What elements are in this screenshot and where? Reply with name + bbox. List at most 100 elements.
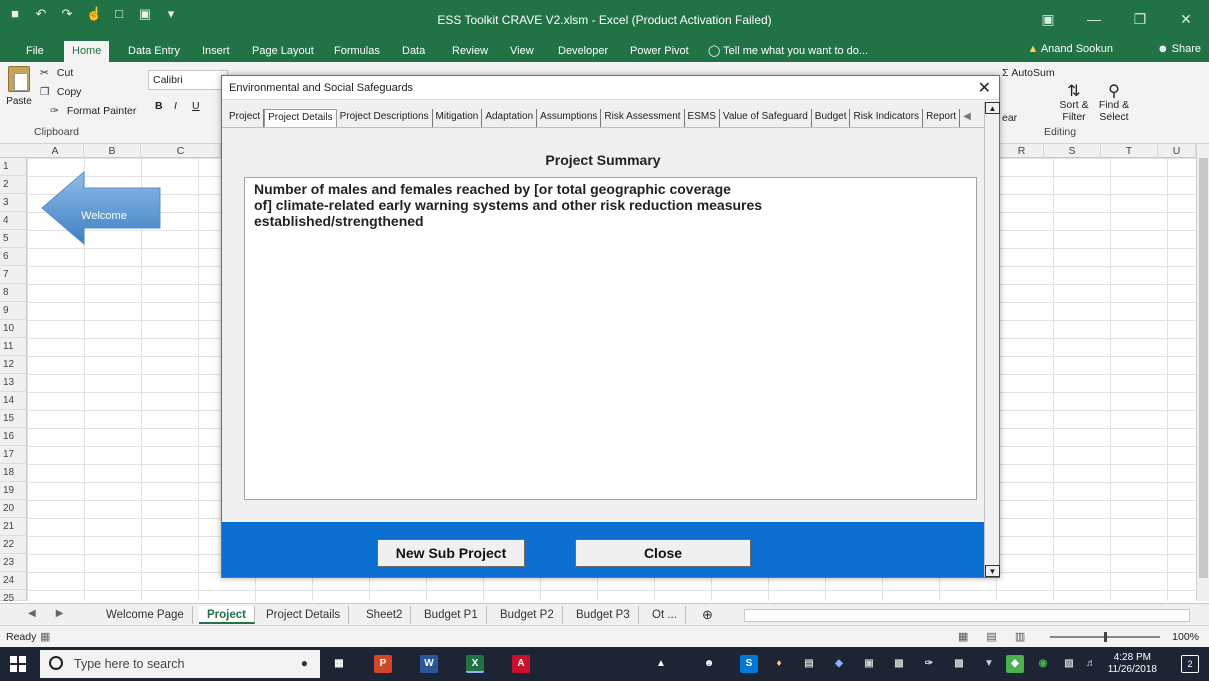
sort-filter-button[interactable]: ⇅ Sort & Filter [1052, 84, 1096, 124]
column-header-r[interactable]: R [1000, 144, 1044, 158]
row-header[interactable]: 24 [0, 572, 27, 590]
sheet-tab-sheet2[interactable]: Sheet2 [358, 606, 412, 624]
row-header[interactable]: 18 [0, 464, 27, 482]
row-header[interactable]: 21 [0, 518, 27, 536]
column-header-u[interactable]: U [1158, 144, 1196, 158]
tab-data[interactable]: Data [394, 41, 433, 62]
tray-app-icon[interactable]: ▤ [800, 655, 818, 673]
tab-power-pivot[interactable]: Power Pivot [622, 41, 697, 62]
sheet-next-icon[interactable]: ▶ [56, 608, 64, 619]
windows-start-icon[interactable] [10, 656, 26, 672]
row-header[interactable]: 20 [0, 500, 27, 518]
row-header[interactable]: 4 [0, 212, 27, 230]
notifications-icon[interactable]: 2 [1181, 655, 1199, 673]
tab-insert[interactable]: Insert [194, 41, 238, 62]
row-header[interactable]: 19 [0, 482, 27, 500]
sheet-tab-budget-p2[interactable]: Budget P2 [492, 606, 563, 624]
add-sheet-icon[interactable]: ⊕ [694, 606, 721, 624]
powerpoint-icon[interactable]: P [374, 655, 392, 673]
people-icon[interactable]: ☻ [700, 655, 718, 673]
row-header[interactable]: 12 [0, 356, 27, 374]
close-button[interactable]: Close [575, 539, 751, 567]
tab-file[interactable]: File [18, 41, 52, 62]
page-layout-view-icon[interactable]: ▤ [986, 630, 996, 643]
row-header[interactable]: 15 [0, 410, 27, 428]
row-header[interactable]: 9 [0, 302, 27, 320]
tab-project-descriptions[interactable]: Project Descriptions [337, 109, 433, 127]
project-summary-textbox[interactable]: Number of males and females reached by [… [244, 177, 977, 500]
tab-project-details[interactable]: Project Details [264, 109, 337, 127]
share-button[interactable]: ☻ Share [1157, 43, 1201, 55]
row-header[interactable]: 13 [0, 374, 27, 392]
cut-button[interactable]: ✂ Cut [40, 67, 73, 79]
scrollbar-thumb[interactable] [1199, 158, 1208, 578]
tab-project[interactable]: Project [226, 109, 265, 127]
column-header-c[interactable]: C [141, 144, 221, 158]
tab-data-entry[interactable]: Data Entry [120, 41, 188, 62]
row-header[interactable]: 8 [0, 284, 27, 302]
dropbox-icon[interactable]: ◆ [830, 655, 848, 673]
sheet-tab-welcome-page[interactable]: Welcome Page [98, 606, 193, 624]
tab-budget[interactable]: Budget [812, 109, 851, 127]
format-painter-button[interactable]: ✑ Format Painter [50, 105, 136, 117]
new-sub-project-button[interactable]: New Sub Project [377, 539, 525, 567]
font-name-field[interactable]: Calibri [148, 70, 228, 90]
tray-overflow-icon[interactable]: ▲ [652, 655, 670, 673]
acrobat-icon[interactable]: A [512, 655, 530, 673]
tab-esms[interactable]: ESMS [685, 109, 720, 127]
user-account[interactable]: ▲ Anand Sookun [1027, 43, 1113, 55]
taskbar-search-box[interactable]: Type here to search ● [40, 650, 320, 678]
italic-button[interactable]: I [174, 100, 177, 112]
row-header[interactable]: 14 [0, 392, 27, 410]
tab-assumptions[interactable]: Assumptions [537, 109, 602, 127]
minimize-icon[interactable]: — [1071, 0, 1117, 38]
paste-button[interactable]: Paste [6, 66, 32, 107]
volume-icon[interactable]: ♬ [1082, 655, 1100, 673]
autosum-button[interactable]: Σ AutoSum [1002, 67, 1055, 79]
page-break-view-icon[interactable]: ▥ [1015, 630, 1025, 643]
network-icon[interactable]: ▧ [1060, 655, 1078, 673]
security-tray-icon[interactable]: ♦ [770, 655, 788, 673]
close-icon[interactable]: ✕ [978, 78, 991, 98]
row-header[interactable]: 22 [0, 536, 27, 554]
row-header[interactable]: 1 [0, 158, 27, 176]
tab-scroll-left-icon[interactable]: ◀ [960, 109, 974, 127]
sheet-tab-more[interactable]: Ot ... [644, 606, 686, 624]
tab-mitigation[interactable]: Mitigation [433, 109, 483, 127]
pen-icon[interactable]: ✑ [920, 655, 938, 673]
tab-view[interactable]: View [502, 41, 542, 62]
tab-developer[interactable]: Developer [550, 41, 616, 62]
ribbon-display-icon[interactable]: ▣ [1025, 0, 1071, 38]
tray-app-icon-3[interactable]: ▩ [890, 655, 908, 673]
maximize-icon[interactable]: ❐ [1117, 0, 1163, 38]
row-header[interactable]: 10 [0, 320, 27, 338]
green-app-icon[interactable]: ◆ [1006, 655, 1024, 673]
skype-icon[interactable]: S [740, 655, 758, 673]
row-header[interactable]: 2 [0, 176, 27, 194]
macro-record-icon[interactable]: ▦ [40, 630, 50, 643]
taskbar-clock[interactable]: 4:28 PM 11/26/2018 [1108, 652, 1157, 676]
column-header-t[interactable]: T [1101, 144, 1158, 158]
tab-formulas[interactable]: Formulas [326, 41, 388, 62]
tab-adaptation[interactable]: Adaptation [482, 109, 538, 127]
tab-risk-assessment[interactable]: Risk Assessment [601, 109, 685, 127]
sheet-vertical-scrollbar[interactable] [1196, 144, 1209, 601]
row-header[interactable]: 6 [0, 248, 27, 266]
clear-button[interactable]: ear [1002, 112, 1017, 124]
tell-me-box[interactable]: ◯ Tell me what you want to do... [700, 41, 876, 62]
tray-app-icon-2[interactable]: ▣ [860, 655, 878, 673]
sheet-prev-icon[interactable]: ◀ [28, 608, 36, 619]
sheet-tab-project[interactable]: Project [199, 606, 255, 624]
zoom-level[interactable]: 100% [1172, 631, 1199, 643]
row-header[interactable]: 3 [0, 194, 27, 212]
tab-page-layout[interactable]: Page Layout [244, 41, 322, 62]
tab-home[interactable]: Home [64, 41, 110, 62]
word-icon[interactable]: W [420, 655, 438, 673]
sheet-tab-project-details[interactable]: Project Details [258, 606, 350, 624]
usb-icon[interactable]: ▼ [980, 655, 998, 673]
display-icon[interactable]: ▩ [950, 655, 968, 673]
row-header[interactable]: 5 [0, 230, 27, 248]
row-header[interactable]: 11 [0, 338, 27, 356]
welcome-arrow-shape[interactable] [40, 170, 164, 246]
zoom-slider[interactable] [1050, 632, 1160, 642]
